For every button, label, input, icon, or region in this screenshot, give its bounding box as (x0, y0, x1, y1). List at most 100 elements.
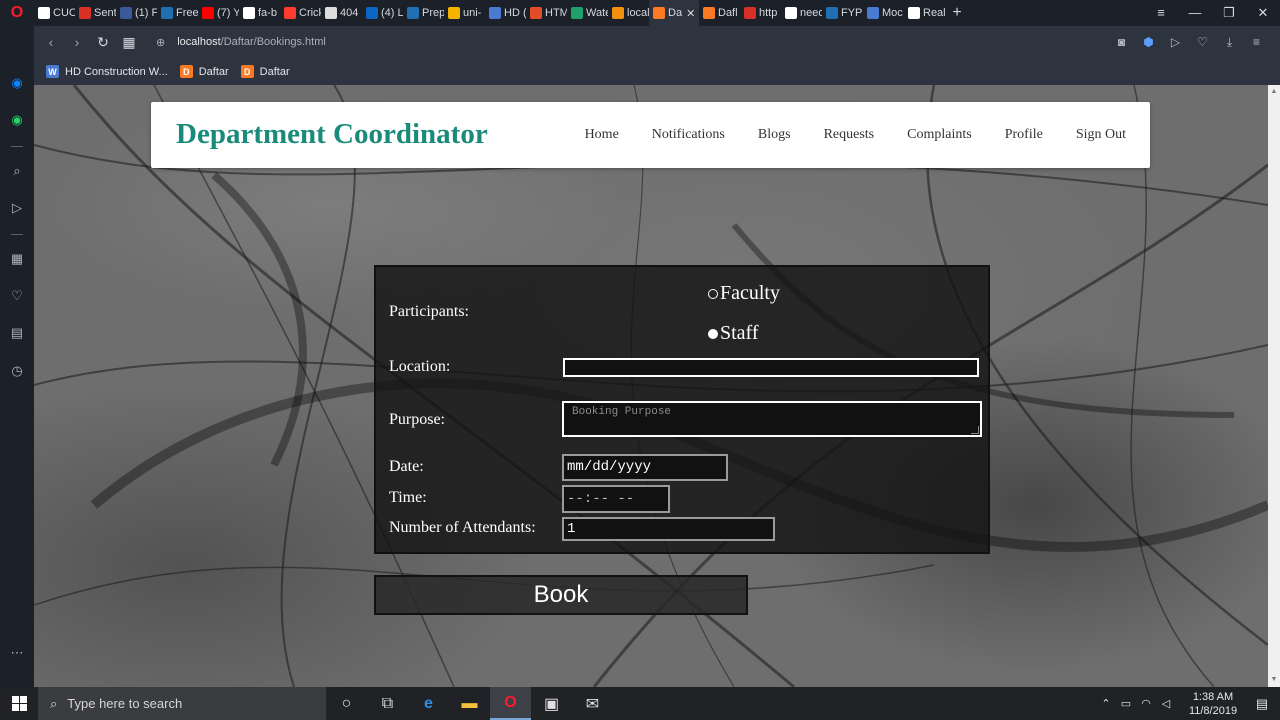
mail-icon[interactable]: ✉ (572, 687, 613, 720)
notifications-icon[interactable]: ▤ (1244, 696, 1280, 712)
bookmark-item[interactable]: D Daftar (179, 65, 229, 78)
tab-label: uni- (463, 7, 482, 19)
browser-tab[interactable]: (1) F (116, 0, 157, 26)
chevron-up-icon[interactable]: ⌃ (1096, 697, 1116, 710)
volume-icon[interactable]: ◁ (1156, 697, 1176, 710)
browser-tab[interactable]: local (608, 0, 649, 26)
browser-tab[interactable]: HTM (526, 0, 567, 26)
wifi-icon[interactable]: ◠ (1136, 697, 1156, 710)
browser-tab[interactable]: need (781, 0, 822, 26)
search-icon[interactable]: ⌕ (7, 161, 27, 181)
tab-label: (4) L (381, 7, 403, 19)
resize-grip-icon[interactable] (971, 426, 979, 434)
easy-setup-icon[interactable]: ≡ (1243, 35, 1270, 49)
bookmark-item[interactable]: W HD Construction W... (46, 65, 168, 78)
nav-link-home[interactable]: Home (585, 127, 619, 143)
browser-tab[interactable]: Prep (403, 0, 444, 26)
browser-tab[interactable]: (4) L (362, 0, 403, 26)
radio-staff[interactable]: Staff (708, 322, 759, 345)
restore-button[interactable]: ❐ (1212, 0, 1246, 26)
messenger-icon[interactable]: ◉ (7, 73, 27, 93)
bookmark-item[interactable]: D Daftar (240, 65, 290, 78)
location-field[interactable] (563, 358, 979, 377)
nav-link-complaints[interactable]: Complaints (907, 127, 972, 143)
history-icon[interactable]: ◷ (7, 361, 27, 381)
taskbar-search[interactable]: ⌕ Type here to search (38, 687, 326, 720)
radio-staff-button[interactable] (708, 328, 718, 339)
browser-tab[interactable]: Free (157, 0, 198, 26)
close-tab-icon[interactable]: ✕ (686, 7, 695, 20)
close-window-button[interactable]: ✕ (1246, 0, 1280, 26)
flow-icon[interactable]: ▷ (7, 198, 27, 218)
edge-icon[interactable]: e (408, 687, 449, 720)
nav-link-blogs[interactable]: Blogs (758, 127, 791, 143)
tabs-grid-icon[interactable]: ▦ (116, 34, 142, 51)
attendants-input[interactable]: 1 (562, 517, 775, 541)
tab-favicon-icon (908, 7, 920, 19)
minimize-button[interactable]: — (1178, 0, 1212, 26)
reload-button[interactable]: ↻ (90, 34, 116, 51)
more-icon[interactable]: ⋯ (7, 643, 27, 663)
heart-icon[interactable]: ♡ (7, 286, 27, 306)
system-tray: ⌃ ▭ ◠ ◁ 1:38 AM 11/8/2019 ▤ (1096, 687, 1280, 720)
battery-icon[interactable]: ▭ (1116, 697, 1136, 710)
camera-icon[interactable]: ◙ (1108, 35, 1135, 49)
tab-menu-icon[interactable]: ≡ (1144, 0, 1178, 26)
browser-sidebar: ◉ ◉ ⌕ ▷ ▦ ♡ ▤ ◷ ⋯ (0, 26, 34, 687)
taskbar-clock[interactable]: 1:38 AM 11/8/2019 (1182, 690, 1244, 718)
heart-icon[interactable]: ♡ (1189, 35, 1216, 49)
shield-icon[interactable]: ⬢ (1135, 35, 1162, 49)
scroll-down-icon[interactable]: ▼ (1268, 673, 1280, 687)
opera-taskbar-icon[interactable]: O (490, 687, 531, 720)
store-icon[interactable]: ▣ (531, 687, 572, 720)
opera-menu-icon[interactable]: O (0, 0, 34, 26)
browser-tab[interactable]: (7) Y (198, 0, 239, 26)
browser-tab[interactable]: Da ✕ (649, 0, 699, 26)
browser-tab[interactable]: HD ( (485, 0, 526, 26)
tab-favicon-icon (826, 7, 838, 19)
time-input[interactable]: --:-- -- (562, 485, 670, 513)
back-button[interactable]: ‹ (38, 34, 64, 50)
browser-tab[interactable]: 404 (321, 0, 362, 26)
new-tab-button[interactable]: + (945, 4, 969, 22)
tab-label: CUC (53, 7, 75, 19)
browser-tab[interactable]: CUC (34, 0, 75, 26)
browser-tab[interactable]: Sent (75, 0, 116, 26)
radio-faculty-button[interactable] (708, 288, 718, 299)
site-brand-title[interactable]: Department Coordinator (176, 118, 488, 151)
date-input[interactable]: mm/dd/yyyy (562, 454, 728, 481)
cortana-icon[interactable]: ○ (326, 687, 367, 720)
bookmark-favicon-icon: D (240, 65, 254, 78)
nav-link-requests[interactable]: Requests (824, 127, 875, 143)
nav-link-profile[interactable]: Profile (1005, 127, 1043, 143)
browser-tab[interactable]: Real (904, 0, 945, 26)
download-icon[interactable]: ⤓ (1216, 35, 1243, 50)
url-field[interactable]: ⊕ localhost/Daftar/Bookings.html (156, 36, 326, 49)
scroll-up-icon[interactable]: ▲ (1268, 85, 1280, 99)
send-icon[interactable]: ▷ (1162, 35, 1189, 49)
purpose-textarea[interactable]: Booking Purpose (562, 401, 982, 437)
browser-tab[interactable]: Moc (863, 0, 904, 26)
nav-link-notifications[interactable]: Notifications (652, 127, 725, 143)
browser-tab[interactable]: Crick (280, 0, 321, 26)
nav-link-sign-out[interactable]: Sign Out (1076, 127, 1126, 143)
start-button[interactable] (0, 687, 38, 720)
time-label: Time: (389, 489, 427, 506)
browser-tab[interactable]: fa-b (239, 0, 280, 26)
page-scrollbar[interactable]: ▲ ▼ (1268, 85, 1280, 687)
file-explorer-icon[interactable]: ▬ (449, 687, 490, 720)
news-icon[interactable]: ▤ (7, 323, 27, 343)
tab-label: Wate (586, 7, 608, 19)
book-button[interactable]: Book (374, 575, 748, 615)
browser-tab[interactable]: Dafl (699, 0, 740, 26)
radio-faculty[interactable]: Faculty (708, 282, 780, 305)
task-view-icon[interactable]: ⧉ (367, 687, 408, 720)
browser-tab[interactable]: Wate (567, 0, 608, 26)
whatsapp-icon[interactable]: ◉ (7, 110, 27, 130)
browser-tab[interactable]: uni- (444, 0, 485, 26)
browser-tab[interactable]: FYP (822, 0, 863, 26)
browser-tab[interactable]: http (740, 0, 781, 26)
main-nav: Home Notifications Blogs Requests Complaints… (552, 127, 1126, 143)
forward-button[interactable]: › (64, 34, 90, 50)
speed-dial-icon[interactable]: ▦ (7, 249, 27, 269)
